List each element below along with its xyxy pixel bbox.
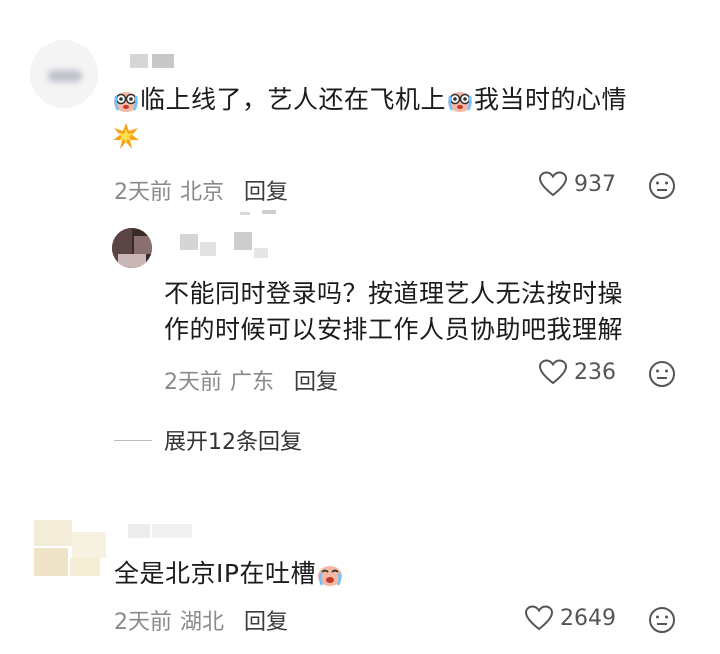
comment-text: 全是北京IP在吐槽 <box>114 556 344 592</box>
heart-icon <box>524 605 554 631</box>
comment-meta: 2天前 北京 回复 <box>114 174 288 206</box>
crying-face-emoji <box>112 86 140 114</box>
username-blurred[interactable] <box>130 50 190 68</box>
avatar[interactable] <box>30 40 98 108</box>
crying-face-emoji <box>446 86 474 114</box>
reply-text: 不能同时登录吗？按道理艺人无法按时操 作的时候可以安排工作人员协助吧我理解 <box>164 276 704 348</box>
like-count: 937 <box>574 171 616 197</box>
like-button[interactable]: 2649 <box>524 604 616 632</box>
explosion-emoji <box>112 122 140 150</box>
comment-text: 临上线了，艺人还在飞机上 我当时的心情 <box>112 82 702 154</box>
username-blurred[interactable] <box>128 522 198 540</box>
dislike-face-icon[interactable] <box>648 172 676 204</box>
divider <box>114 439 152 441</box>
comment-time: 2天前 <box>114 610 172 635</box>
comment-time: 2天前 <box>164 370 222 395</box>
like-count: 2649 <box>560 605 616 631</box>
comment-location: 广东 <box>230 370 275 395</box>
crying-face-emoji <box>316 560 344 588</box>
heart-icon <box>538 359 568 385</box>
avatar[interactable] <box>34 520 106 578</box>
avatar[interactable] <box>112 228 152 268</box>
expand-replies-button[interactable]: 展开12条回复 <box>114 424 302 456</box>
like-button[interactable]: 937 <box>538 170 616 198</box>
reply-button[interactable]: 回复 <box>244 174 288 206</box>
reply-text-line: 不能同时登录吗？按道理艺人无法按时操 <box>164 279 624 308</box>
reply-button[interactable]: 回复 <box>294 364 338 396</box>
dislike-face-icon[interactable] <box>648 606 676 638</box>
comment-time: 2天前 <box>114 180 172 205</box>
expand-replies-label: 展开12条回复 <box>164 430 302 455</box>
reply-meta: 2天前 广东 回复 <box>164 364 338 396</box>
reply-text-line: 作的时候可以安排工作人员协助吧我理解 <box>164 315 624 344</box>
heart-icon <box>538 171 568 197</box>
comment-text-part: 临上线了，艺人还在飞机上 <box>140 85 447 114</box>
comment-meta: 2天前 湖北 回复 <box>114 604 288 636</box>
like-count: 236 <box>574 359 616 385</box>
comment-location: 湖北 <box>180 610 225 635</box>
like-button[interactable]: 236 <box>538 358 616 386</box>
reply-button[interactable]: 回复 <box>244 604 288 636</box>
comment-location: 北京 <box>180 180 225 205</box>
username-blurred[interactable] <box>170 232 280 262</box>
dislike-face-icon[interactable] <box>648 360 676 392</box>
comment-text-part: 我当时的心情 <box>474 85 628 114</box>
comment-text-part: 全是北京IP在吐槽 <box>114 559 316 588</box>
pixel-blur <box>240 208 280 216</box>
